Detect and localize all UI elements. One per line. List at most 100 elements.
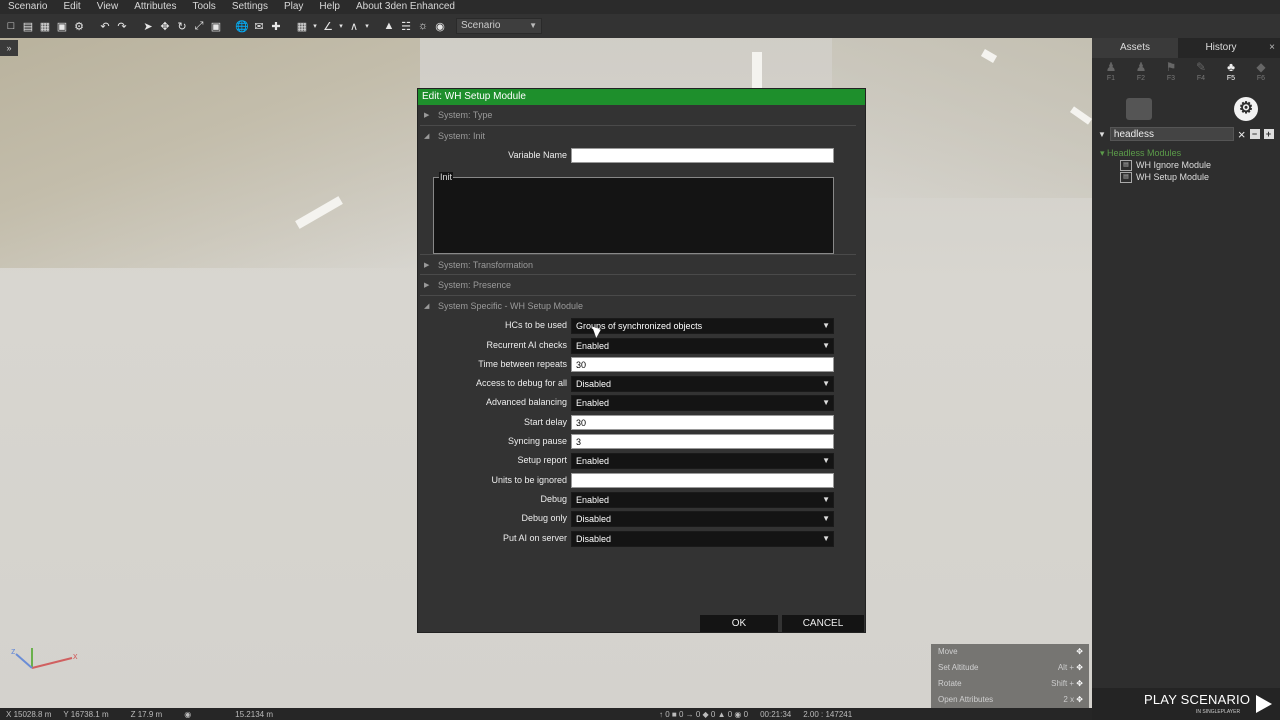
objects-icon[interactable]: ♟ F1 [1100,61,1122,91]
start-delay-row: Start delay 30 [418,414,865,433]
z-coord: Z 17.9 m [130,709,163,719]
advanced-balancing-select[interactable]: Enabled ▼ [571,395,834,412]
menu-tools[interactable]: Tools [184,0,223,14]
waypoints-icon[interactable]: ✎ F4 [1190,61,1212,91]
triggers-icon[interactable]: ⚑ F3 [1160,61,1182,91]
syncing-pause-field[interactable]: 3 [571,434,834,450]
cancel-button[interactable]: CANCEL [782,615,864,632]
surface-snap-icon[interactable]: ✉ [252,19,266,33]
sun-icon[interactable]: ☼ [416,19,430,33]
tree-item-label: WH Setup Module [1136,172,1210,182]
chat-icon[interactable] [1126,98,1152,120]
ok-button[interactable]: OK [700,615,778,632]
menu-view[interactable]: View [89,0,127,14]
statusbar: X 15028.8 m Y 16738.1 m Z 17.9 m ◉ 15.21… [0,708,1092,720]
binoculars-icon[interactable]: ◉ [433,19,447,33]
markers-icon[interactable]: ◆ F6 [1250,61,1272,91]
hint-key: Shift + ✥ [1051,679,1083,688]
tree-category[interactable]: ▾ Headless Modules [1100,148,1280,159]
redo-icon[interactable]: ↷ [115,19,129,33]
tree-item-wh-ignore-module[interactable]: ▤ WH Ignore Module [1100,159,1280,171]
save-as-icon[interactable]: ▣ [55,19,69,33]
put-ai-on-server-select[interactable]: Disabled ▼ [571,530,834,547]
grid-icon[interactable]: ▦ [295,19,309,33]
chevron-down-icon: ▼ [822,321,830,331]
scenario-select[interactable]: Scenario ▼ [456,18,542,34]
menu-settings[interactable]: Settings [224,0,276,14]
clear-search-icon[interactable]: × [1238,127,1246,142]
scale-icon[interactable]: ⤢ [192,19,206,33]
menu-about-3den-enhanced[interactable]: About 3den Enhanced [348,0,463,14]
move-icon[interactable]: ✥ [158,19,172,33]
expand-all-icon[interactable]: + [1263,129,1274,139]
menu-attributes[interactable]: Attributes [126,0,184,14]
area-icon[interactable]: ▣ [209,19,223,33]
syncing-pause-label: Syncing pause [507,436,567,447]
hint-row: Set Altitude Alt + ✥ [931,660,1089,676]
variable-name-field[interactable] [571,148,834,163]
setup-report-label: Setup report [517,455,567,466]
time-ratio: 2.00 : 147241 [803,709,853,719]
menu-edit[interactable]: Edit [55,0,88,14]
expand-arrow-icon: ▶ [424,282,430,290]
start-delay-label: Start delay [523,416,567,427]
modules-gear-icon[interactable]: ⚙ [1234,97,1258,121]
section-system-type[interactable]: ▶ System: Type [420,105,856,126]
debug-only-select[interactable]: Disabled ▼ [571,511,834,528]
save-icon[interactable]: ▦ [38,19,52,33]
units-to-be-ignored-field[interactable] [571,472,834,488]
variable-name-label: Variable Name [508,150,567,160]
time-between-repeats-field[interactable]: 30 [571,356,834,372]
close-icon[interactable]: × [1264,38,1280,58]
section-system-init[interactable]: ◢ System: Init [420,126,856,147]
start-delay-field[interactable]: 30 [571,414,834,430]
access-to-debug-for-all-select[interactable]: Disabled ▼ [571,376,834,393]
terrain-dropdown-icon[interactable]: ▾ [364,19,370,33]
map-icon[interactable]: ▲ [382,19,396,33]
setup-report-select[interactable]: Enabled ▼ [571,453,834,470]
grid-dropdown-icon[interactable]: ▾ [312,19,318,33]
new-file-icon[interactable]: □ [4,19,18,33]
tab-assets[interactable]: Assets [1092,38,1178,58]
collapse-all-icon[interactable]: − [1249,129,1260,139]
expand-left-panel-button[interactable]: » [0,40,18,56]
debug-label: Debug [540,493,567,504]
asset-search-input[interactable] [1109,127,1234,141]
menu-scenario[interactable]: Scenario [0,0,55,14]
globe-icon[interactable]: 🌐 [235,19,249,33]
access-to-debug-for-all-value: Disabled [576,379,612,390]
syncing-pause-value: 3 [576,437,582,448]
select-icon[interactable]: ➤ [141,19,155,33]
module-icon: ▤ [1120,159,1132,171]
menu-help[interactable]: Help [311,0,348,14]
debug-select[interactable]: Enabled ▼ [571,491,834,508]
section-system-specific[interactable]: ◢ System Specific - WH Setup Module [420,296,856,317]
angle-dropdown-icon[interactable]: ▾ [338,19,344,33]
angle-icon[interactable]: ∠ [321,19,335,33]
play-scenario-button[interactable]: PLAY SCENARIO IN SINGLEPLAYER [1092,688,1280,720]
systems-icon[interactable]: ♣ F5 [1220,61,1242,91]
undo-icon[interactable]: ↶ [98,19,112,33]
publish-icon[interactable]: ⚙ [72,19,86,33]
grass-area-right [832,38,1092,198]
dialog-title[interactable]: Edit: WH Setup Module [418,89,865,105]
menu-play[interactable]: Play [276,0,311,14]
init-code-field[interactable] [433,177,834,254]
mission-time: 00:21:34 [760,709,792,719]
section-system-presence[interactable]: ▶ System: Presence [420,275,856,297]
tab-history[interactable]: History [1178,38,1264,58]
tree-item-wh-setup-module[interactable]: ▤ WH Setup Module [1100,171,1280,183]
rotate-icon[interactable]: ↻ [175,19,189,33]
vertical-mode-icon[interactable]: ✚ [269,19,283,33]
terrain-icon[interactable]: ∧ [347,19,361,33]
open-folder-icon[interactable]: ▤ [21,19,35,33]
collapse-triangle-icon[interactable]: ▼ [1098,130,1106,139]
vegetation-icon[interactable]: ☵ [399,19,413,33]
section-system-transformation[interactable]: ▶ System: Transformation [420,254,856,276]
units-to-be-ignored-row: Units to be ignored [418,472,865,491]
asset-tree: ▾ Headless Modules ▤ WH Ignore Module ▤ … [1092,142,1280,183]
put-ai-on-server-label: Put AI on server [502,532,567,543]
recurrent-ai-checks-select[interactable]: Enabled ▼ [571,337,834,354]
groups-icon[interactable]: ♟ F2 [1130,61,1152,91]
hcs-to-be-used-select[interactable]: Groups of synchronized objects ▼ [571,318,834,335]
